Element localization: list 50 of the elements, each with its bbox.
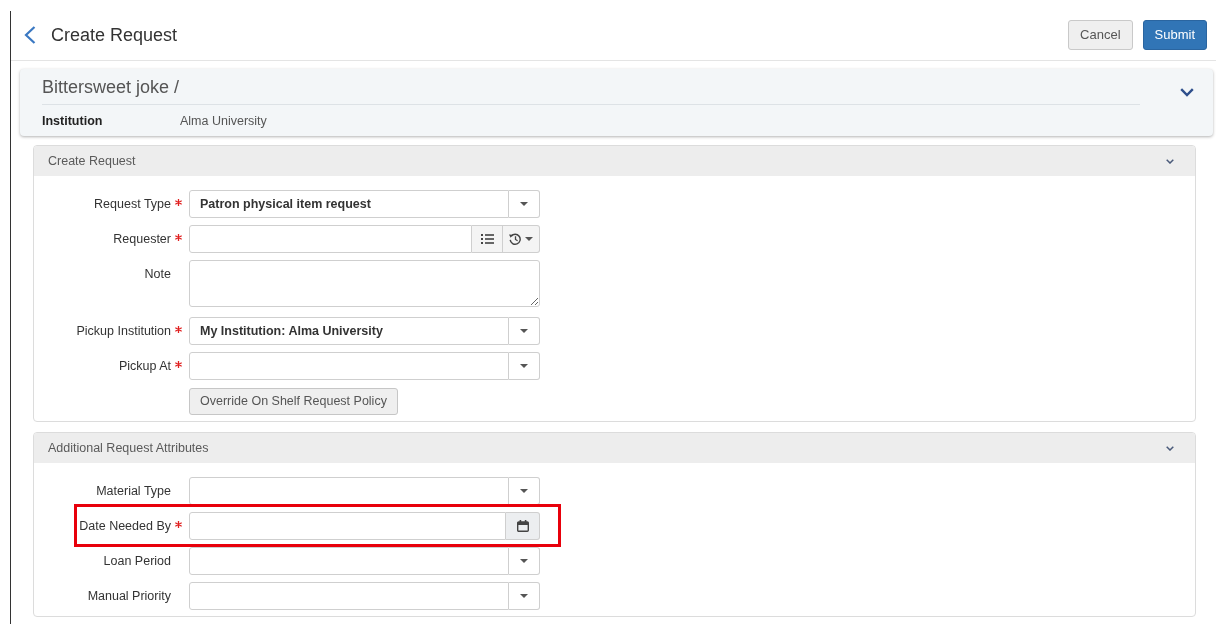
select-field[interactable] — [189, 582, 509, 610]
select-field[interactable] — [189, 477, 509, 505]
calendar-button[interactable] — [506, 512, 540, 540]
field-label: Requester — [112, 231, 171, 248]
field-label: Note — [143, 266, 171, 283]
field-label: Pickup Institution — [75, 323, 171, 340]
caret-icon — [520, 489, 528, 493]
chevron-down-icon[interactable] — [1166, 158, 1174, 164]
select-field[interactable]: Patron physical item request — [189, 190, 509, 218]
caret-icon — [520, 329, 528, 333]
field-label: Material Type — [95, 483, 171, 500]
record-title: Bittersweet joke / — [42, 75, 1140, 105]
dropdown-button[interactable] — [509, 547, 540, 575]
list-button[interactable] — [472, 225, 503, 253]
field-label: Manual Priority — [86, 588, 171, 605]
chevron-down-icon[interactable] — [1180, 88, 1194, 97]
chevron-down-icon[interactable] — [1166, 445, 1174, 451]
panel-title: Additional Request Attributes — [48, 439, 209, 457]
field-label: Date Needed By — [78, 518, 171, 535]
back-icon[interactable] — [24, 26, 36, 44]
select-field[interactable] — [189, 547, 509, 575]
select-field[interactable] — [189, 352, 509, 380]
field-label: Pickup At — [117, 358, 171, 375]
field-label: Request Type — [93, 196, 171, 213]
caret-icon — [520, 559, 528, 563]
text-area[interactable] — [189, 260, 540, 307]
override-button[interactable]: Override On Shelf Request Policy — [189, 388, 398, 415]
calendar-icon — [516, 520, 529, 532]
dropdown-button[interactable] — [509, 190, 540, 218]
date-field[interactable] — [189, 512, 506, 540]
list-icon — [480, 234, 494, 244]
page-title: Create Request — [51, 24, 178, 47]
text-field[interactable] — [189, 225, 472, 253]
caret-icon — [520, 594, 528, 598]
dropdown-button[interactable] — [509, 477, 540, 505]
submit-button[interactable]: Submit — [1142, 20, 1207, 50]
history-icon — [509, 233, 521, 245]
field-value: Alma University — [180, 113, 267, 129]
history-button[interactable] — [503, 225, 540, 253]
caret-icon — [525, 237, 533, 241]
caret-icon — [520, 202, 528, 206]
caret-icon — [520, 364, 528, 368]
dropdown-button[interactable] — [509, 317, 540, 345]
field-label: Institution — [42, 113, 104, 129]
dropdown-button[interactable] — [509, 582, 540, 610]
panel-title: Create Request — [48, 152, 136, 170]
field-label: Loan Period — [102, 553, 171, 570]
dropdown-button[interactable] — [509, 352, 540, 380]
select-field[interactable]: My Institution: Alma University — [189, 317, 509, 345]
cancel-button[interactable]: Cancel — [1068, 20, 1133, 50]
